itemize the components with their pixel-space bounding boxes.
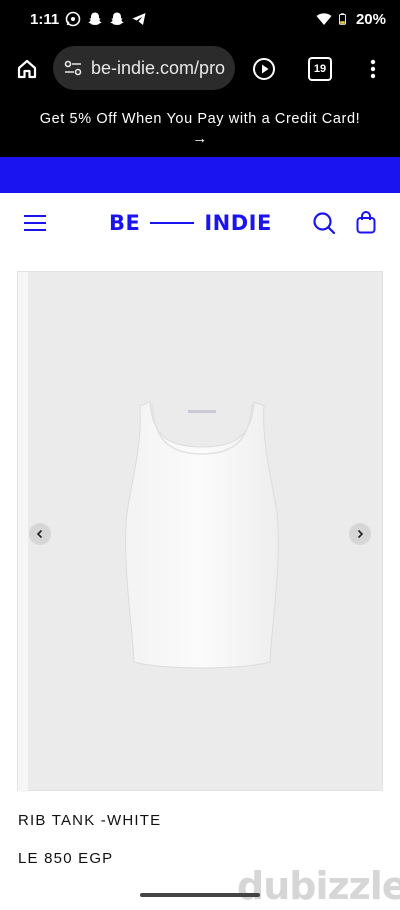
play-icon[interactable]	[252, 57, 276, 81]
clock: 1:11	[30, 10, 60, 28]
chevron-left-icon	[36, 529, 43, 539]
shopping-bag-icon[interactable]	[356, 210, 376, 234]
url-text: be-indie.com/pro	[91, 57, 226, 78]
browser-toolbar: be-indie.com/pro 19	[0, 38, 400, 100]
battery-percent: 20%	[355, 10, 386, 28]
snapchat-icon	[110, 12, 124, 25]
more-vert-icon[interactable]	[361, 57, 385, 81]
tab-count: 19	[313, 63, 327, 75]
whatsapp-icon	[65, 11, 81, 27]
tab-switcher-button[interactable]: 19	[308, 57, 332, 81]
product-image-gallery[interactable]	[17, 271, 383, 792]
battery-icon	[339, 13, 346, 25]
promo-text: Get 5% Off When You Pay with a Credit Ca…	[39, 111, 361, 127]
search-icon[interactable]	[312, 211, 336, 235]
site-header: BE INDIE	[0, 193, 400, 253]
telegram-icon	[132, 13, 146, 25]
promo-arrow-icon: →	[192, 130, 208, 147]
logo-dash	[150, 222, 195, 224]
site-settings-icon[interactable]	[63, 58, 83, 78]
chevron-right-icon	[357, 529, 364, 539]
previous-image-button[interactable]	[29, 523, 51, 545]
announcement-strip	[0, 157, 400, 193]
promo-banner[interactable]: Get 5% Off When You Pay with a Credit Ca…	[0, 100, 400, 157]
dubizzle-watermark: dubizzle	[237, 864, 400, 908]
product-photo-tank-top	[125, 401, 279, 669]
snapchat-icon	[88, 12, 102, 25]
previous-image-edge	[18, 272, 28, 792]
status-bar: 1:11 20%	[0, 0, 400, 38]
status-right: 20%	[316, 11, 386, 28]
address-bar[interactable]: be-indie.com/pro	[53, 46, 235, 90]
next-image-button[interactable]	[349, 523, 371, 545]
product-title: RIB TANK -WHITE	[18, 812, 162, 829]
logo-indie: INDIE	[204, 211, 272, 235]
menu-icon[interactable]	[24, 213, 46, 233]
home-icon[interactable]	[15, 57, 39, 81]
product-price: LE 850 EGP	[18, 850, 114, 867]
wifi-icon	[316, 13, 332, 25]
site-logo[interactable]: BE INDIE	[109, 211, 291, 235]
status-left: 1:11	[30, 11, 147, 28]
gesture-home-bar[interactable]	[140, 893, 260, 897]
logo-be: BE	[109, 211, 141, 235]
